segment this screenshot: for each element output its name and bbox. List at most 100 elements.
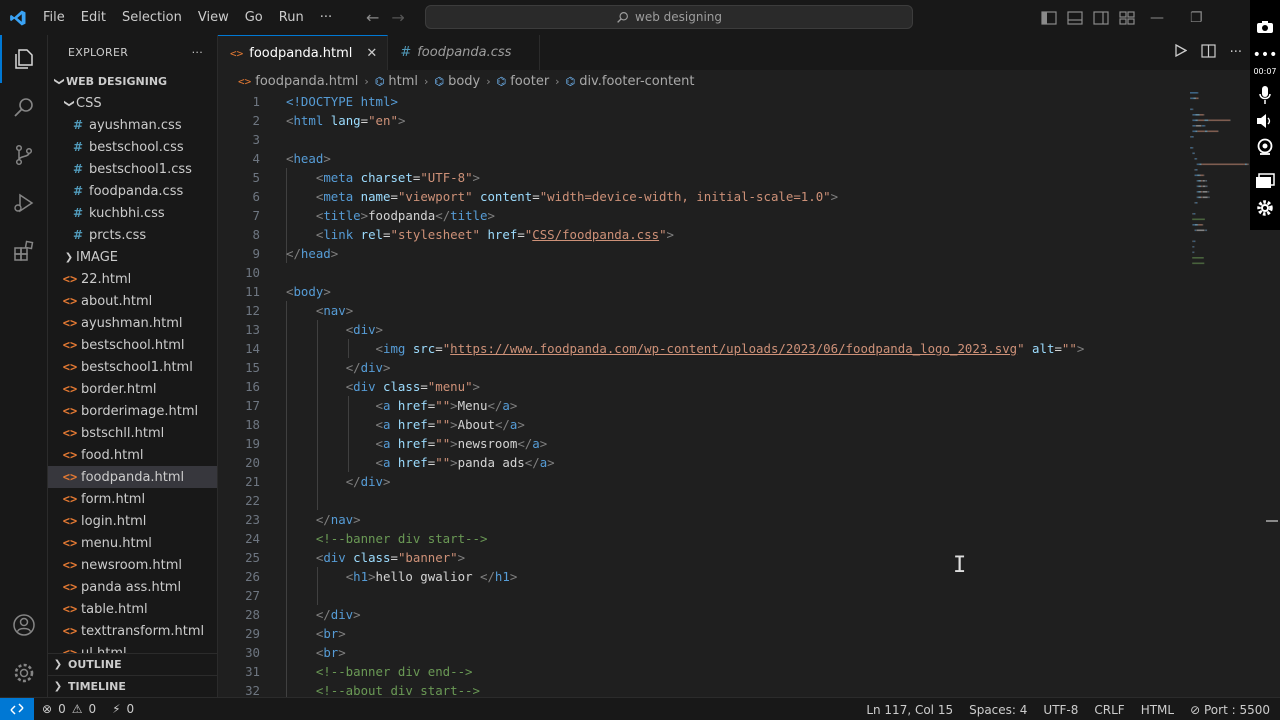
forward-arrow-icon[interactable]: → <box>391 8 404 27</box>
code-token: meta <box>323 170 361 185</box>
restore-icon[interactable]: ❐ <box>1190 10 1203 26</box>
screen-capture-icon[interactable] <box>1250 168 1280 194</box>
menu-item-file[interactable]: File <box>35 0 73 35</box>
minimize-icon[interactable]: — <box>1150 10 1164 26</box>
code-token: > <box>353 607 361 622</box>
explorer-activity-icon[interactable] <box>0 35 48 83</box>
cursor-position[interactable]: Ln 117, Col 15 <box>866 703 953 717</box>
run-icon[interactable] <box>1174 43 1187 61</box>
toggle-panel-icon[interactable] <box>1066 9 1084 27</box>
explorer-more-icon[interactable]: ··· <box>192 46 203 59</box>
code-text: <div class="banner"> <box>286 548 465 567</box>
menu-item-selection[interactable]: Selection <box>114 0 190 35</box>
html-file-item[interactable]: <> bestschool.html <box>48 334 217 356</box>
settings-gear-icon[interactable] <box>1250 195 1280 221</box>
minimap-mark <box>1203 114 1205 116</box>
back-arrow-icon[interactable]: ← <box>366 8 379 27</box>
line-number: 11 <box>245 284 260 299</box>
html-file-item[interactable]: <> foodpanda.html <box>48 466 217 488</box>
remote-window-icon[interactable] <box>0 697 34 720</box>
html-file-item[interactable]: <> table.html <box>48 598 217 620</box>
html-file-item[interactable]: <> border.html <box>48 378 217 400</box>
search-activity-icon[interactable] <box>0 83 48 131</box>
html-file-item[interactable]: <> food.html <box>48 444 217 466</box>
html-file-item[interactable]: <> bstschll.html <box>48 422 217 444</box>
speaker-icon[interactable] <box>1250 108 1280 134</box>
indentation[interactable]: Spaces: 4 <box>969 703 1027 717</box>
microphone-icon[interactable] <box>1250 82 1280 108</box>
manage-gear-icon[interactable] <box>0 649 48 697</box>
html-file-item[interactable]: <> panda ass.html <box>48 576 217 598</box>
breadcrumb-item[interactable]: ⌬ html <box>375 74 418 89</box>
css-file-item[interactable]: # bestschool.css <box>48 136 217 158</box>
css-file-item[interactable]: # foodpanda.css <box>48 180 217 202</box>
scrollbar-position-marker <box>1266 520 1278 522</box>
folder-web-designing[interactable]: ❯ WEB DESIGNING <box>48 70 217 92</box>
warning-icon: ⚠ <box>71 702 83 716</box>
problems-indicator[interactable]: ⊗ 0 ⚠ 0 ⚡ 0 <box>34 702 134 716</box>
language-mode[interactable]: HTML <box>1141 703 1174 717</box>
menu-item-view[interactable]: View <box>190 0 237 35</box>
menu-item-run[interactable]: Run <box>271 0 312 35</box>
menu-more-icon[interactable]: ··· <box>312 0 340 35</box>
html-file-item[interactable]: <> 22.html <box>48 268 217 290</box>
css-file-item[interactable]: # bestschool1.css <box>48 158 217 180</box>
code-text: <!--about div start--> <box>286 681 480 697</box>
webcam-icon[interactable] <box>1250 134 1280 160</box>
css-file-item[interactable]: # ayushman.css <box>48 114 217 136</box>
end-of-line[interactable]: CRLF <box>1094 703 1124 717</box>
code-editor[interactable]: 1 <!DOCTYPE html> 2 <html lang="en"> 3 4 <head… <box>218 92 1250 697</box>
menu-item-edit[interactable]: Edit <box>73 0 114 35</box>
camera-icon[interactable] <box>1250 14 1280 40</box>
code-token: "width=device-width, initial-scale=1.0" <box>539 189 831 204</box>
html-file-item[interactable]: <> newsroom.html <box>48 554 217 576</box>
html-file-item[interactable]: <> bestschool1.html <box>48 356 217 378</box>
accounts-icon[interactable] <box>0 601 48 649</box>
css-file-item[interactable]: # prcts.css <box>48 224 217 246</box>
live-server-port[interactable]: ⊘ Port : 5500 <box>1190 703 1270 717</box>
css-file-item[interactable]: # kuchbhi.css <box>48 202 217 224</box>
file-label: CSS <box>76 95 102 111</box>
outline-section[interactable]: ❯ OUTLINE <box>48 653 217 675</box>
toggle-secondary-sidebar-icon[interactable] <box>1092 9 1110 27</box>
html-file-item[interactable]: <> form.html <box>48 488 217 510</box>
minimap-mark <box>1192 218 1205 221</box>
minimap-mark <box>1197 163 1200 166</box>
code-text: <br> <box>286 643 346 662</box>
toggle-primary-sidebar-icon[interactable] <box>1040 9 1058 27</box>
split-editor-icon[interactable] <box>1200 43 1216 62</box>
menu-item-go[interactable]: Go <box>237 0 271 35</box>
code-text: <html lang="en"> <box>286 111 405 130</box>
run-and-debug-icon[interactable] <box>0 179 48 227</box>
breadcrumb-item[interactable]: ⌬ footer <box>497 74 550 89</box>
minimap-mark <box>1192 114 1196 116</box>
html-file-item[interactable]: <> menu.html <box>48 532 217 554</box>
breadcrumb-item[interactable]: ⌬ div.footer-content <box>566 74 695 89</box>
folder-image[interactable]: ❯ IMAGE <box>48 246 217 268</box>
timeline-section[interactable]: ❯ TIMELINE <box>48 675 217 697</box>
customize-layout-icon[interactable] <box>1118 9 1136 27</box>
line-number: 10 <box>245 265 260 280</box>
html-file-item[interactable]: <> about.html <box>48 290 217 312</box>
command-center-search[interactable]: web designing <box>425 5 913 29</box>
encoding[interactable]: UTF-8 <box>1043 703 1078 717</box>
code-token: > <box>509 398 518 413</box>
breadcrumb-item[interactable]: <> foodpanda.html <box>238 74 358 89</box>
minimap-mark <box>1196 97 1199 100</box>
close-icon[interactable]: ✕ <box>366 46 377 61</box>
more-actions-icon[interactable]: ··· <box>1230 45 1242 60</box>
html-file-item[interactable]: <> borderimage.html <box>48 400 217 422</box>
css-file-icon: # <box>72 206 84 220</box>
tab-foodpanda-html[interactable]: <> foodpanda.html ✕ <box>218 35 389 70</box>
html-file-item[interactable]: <> texttransform.html <box>48 620 217 642</box>
html-file-item[interactable]: <> ayushman.html <box>48 312 217 334</box>
tab-foodpanda-css[interactable]: # foodpanda.css <box>388 35 541 70</box>
source-control-icon[interactable] <box>0 131 48 179</box>
folder-css[interactable]: ❯ CSS <box>48 92 217 114</box>
more-dots-icon[interactable]: ••• <box>1250 42 1280 68</box>
breadcrumb-item[interactable]: ⌬ body <box>434 74 480 89</box>
code-token: </ <box>345 360 361 375</box>
html-file-item[interactable]: <> login.html <box>48 510 217 532</box>
extensions-icon[interactable] <box>0 227 48 275</box>
